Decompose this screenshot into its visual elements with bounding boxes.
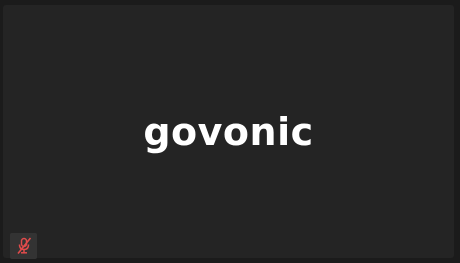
mic-muted-icon <box>16 237 31 255</box>
mic-status-badge <box>10 233 37 259</box>
participant-video-tile[interactable]: govonic <box>3 5 454 259</box>
participant-name: govonic <box>143 110 314 154</box>
